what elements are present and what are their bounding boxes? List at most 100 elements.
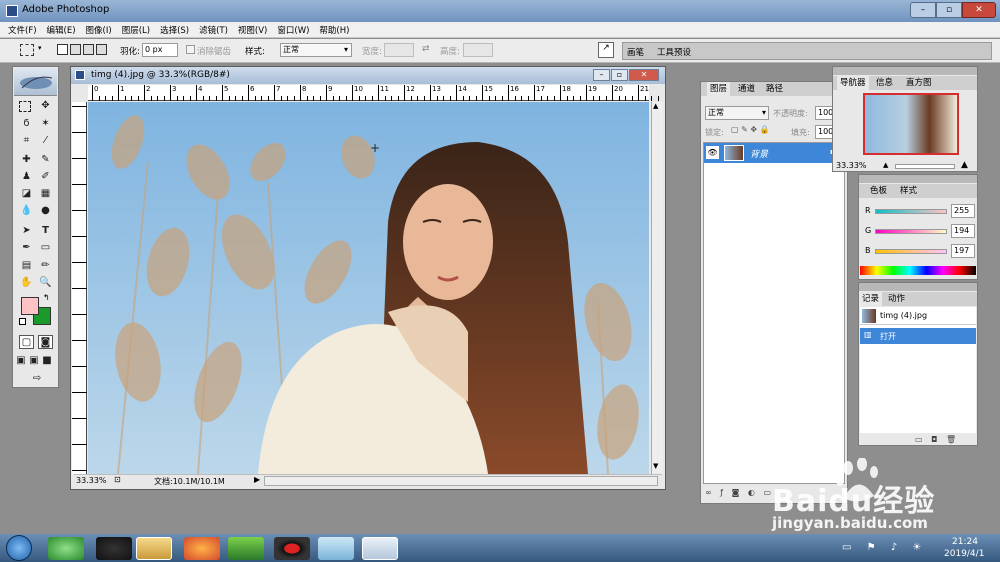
clock-date[interactable]: 2019/4/1 bbox=[944, 549, 984, 559]
quick-mask-mode-icon[interactable]: ◙ bbox=[38, 335, 53, 349]
lasso-tool-icon[interactable]: ϭ bbox=[19, 117, 34, 131]
feather-input[interactable]: 0 px bbox=[142, 43, 178, 57]
standard-mode-icon[interactable]: ▢ bbox=[19, 335, 34, 349]
default-colors-icon[interactable] bbox=[19, 318, 26, 325]
zoom-tool-icon[interactable]: 🔍 bbox=[38, 276, 53, 290]
image-canvas[interactable]: + bbox=[88, 102, 649, 474]
screen-mode-full-icon[interactable]: ■ bbox=[41, 354, 53, 368]
lock-icons[interactable]: ▢ ✎ ✥ 🔒 bbox=[731, 125, 770, 134]
menu-help[interactable]: 帮助(H) bbox=[319, 24, 349, 36]
tab-paths[interactable]: 路径 bbox=[763, 82, 786, 96]
maximize-button[interactable]: ▫ bbox=[936, 2, 962, 18]
menu-layer[interactable]: 图层(L) bbox=[122, 24, 150, 36]
status-arrow-icon[interactable]: ▶ bbox=[254, 475, 260, 484]
tab-history[interactable]: 记录 bbox=[859, 292, 883, 306]
gradient-tool-icon[interactable]: ▦ bbox=[38, 187, 53, 201]
tab-navigator[interactable]: 导航器 bbox=[837, 76, 869, 90]
document-titlebar[interactable]: timg (4).jpg @ 33.3%(RGB/8#) – ▫ ✕ bbox=[71, 67, 665, 84]
screen-mode-full-menu-icon[interactable]: ▣ bbox=[28, 354, 40, 368]
slice-tool-icon[interactable]: ⁄ bbox=[38, 134, 53, 148]
clone-stamp-tool-icon[interactable]: ♟ bbox=[19, 170, 34, 184]
selection-mode-add-icon[interactable] bbox=[70, 44, 81, 55]
antialias-checkbox[interactable] bbox=[186, 45, 195, 54]
shape-tool-icon[interactable]: ▭ bbox=[38, 241, 53, 255]
notes-tool-icon[interactable]: ▤ bbox=[19, 259, 34, 273]
dodge-tool-icon[interactable]: ● bbox=[38, 204, 53, 218]
status-menu-icon[interactable]: ⊡ bbox=[114, 475, 121, 484]
tab-brushes[interactable]: 画笔 bbox=[627, 46, 644, 58]
r-input[interactable]: 255 bbox=[951, 204, 975, 218]
tab-info[interactable]: 信息 bbox=[873, 76, 896, 90]
swap-colors-icon[interactable]: ↰ bbox=[43, 293, 50, 302]
navigator-zoom[interactable]: 33.33% bbox=[836, 161, 867, 170]
r-slider[interactable] bbox=[875, 209, 947, 214]
screen-mode-standard-icon[interactable]: ▣ bbox=[15, 354, 27, 368]
b-slider[interactable] bbox=[875, 249, 947, 254]
tab-actions[interactable]: 动作 bbox=[885, 292, 908, 306]
menu-filter[interactable]: 滤镜(T) bbox=[199, 24, 228, 36]
history-snapshot-row[interactable]: timg (4).jpg bbox=[860, 307, 976, 325]
marquee-tool-icon[interactable] bbox=[19, 101, 31, 112]
layer-style-icon[interactable]: ƒ bbox=[720, 488, 723, 497]
marquee-tool-preset-icon[interactable] bbox=[20, 44, 34, 56]
taskbar-app-window-icon[interactable] bbox=[318, 537, 354, 560]
taskbar-app-video-icon[interactable] bbox=[228, 537, 264, 560]
blend-mode-select[interactable]: 正常 ▾ bbox=[705, 106, 769, 120]
document-maximize-button[interactable]: ▫ bbox=[611, 69, 628, 81]
new-group-icon[interactable]: ▭ bbox=[763, 488, 771, 497]
hand-tool-icon[interactable]: ✋ bbox=[19, 276, 34, 290]
tab-tool-presets[interactable]: 工具预设 bbox=[657, 46, 691, 58]
menu-view[interactable]: 视图(V) bbox=[238, 24, 267, 36]
chevron-down-icon[interactable]: ▾ bbox=[38, 44, 42, 52]
document-minimize-button[interactable]: – bbox=[593, 69, 610, 81]
zoom-level[interactable]: 33.33% bbox=[76, 476, 107, 485]
style-select[interactable]: 正常 ▾ bbox=[280, 43, 352, 57]
eye-icon[interactable]: 👁 bbox=[706, 146, 719, 159]
healing-brush-tool-icon[interactable]: ✚ bbox=[19, 153, 34, 167]
tab-styles[interactable]: 样式 bbox=[897, 184, 920, 198]
taskbar-app-photoshop-icon[interactable] bbox=[362, 537, 398, 560]
close-button[interactable]: ✕ bbox=[962, 2, 996, 18]
tab-layers[interactable]: 图层 bbox=[707, 82, 731, 96]
tray-icons[interactable]: ▭ ⚑ ♪ ☀ bbox=[842, 542, 927, 553]
selection-mode-new-icon[interactable] bbox=[57, 44, 68, 55]
foreground-color-swatch[interactable] bbox=[21, 297, 39, 315]
menu-image[interactable]: 图像(I) bbox=[86, 24, 112, 36]
link-layers-icon[interactable]: ∞ bbox=[705, 488, 712, 497]
navigator-zoom-slider[interactable] bbox=[895, 164, 955, 169]
horizontal-scrollbar[interactable] bbox=[264, 476, 658, 486]
history-step-row[interactable]: ▥ 打开 bbox=[860, 328, 976, 344]
start-button[interactable] bbox=[6, 535, 32, 561]
file-browser-icon[interactable]: ↗ bbox=[598, 42, 614, 58]
zoom-out-icon[interactable]: ▲ bbox=[883, 161, 888, 169]
selection-mode-subtract-icon[interactable] bbox=[83, 44, 94, 55]
brush-tool-icon[interactable]: ✎ bbox=[38, 153, 53, 167]
pen-tool-icon[interactable]: ✒ bbox=[19, 241, 34, 255]
g-input[interactable]: 194 bbox=[951, 224, 975, 238]
width-input[interactable] bbox=[384, 43, 414, 57]
blur-tool-icon[interactable]: 💧 bbox=[19, 204, 34, 218]
taskbar-app-360-icon[interactable] bbox=[48, 537, 84, 560]
type-tool-icon[interactable]: T bbox=[38, 224, 53, 238]
history-brush-tool-icon[interactable]: ✐ bbox=[38, 170, 53, 184]
scroll-up-icon[interactable]: ▲ bbox=[653, 102, 658, 110]
menu-file[interactable]: 文件(F) bbox=[8, 24, 37, 36]
navigator-preview[interactable] bbox=[863, 93, 959, 155]
menu-window[interactable]: 窗口(W) bbox=[277, 24, 309, 36]
eyedropper-tool-icon[interactable]: ✏ bbox=[38, 259, 53, 273]
tab-channels[interactable]: 通道 bbox=[735, 82, 758, 96]
tab-swatches[interactable]: 色板 bbox=[867, 184, 890, 198]
document-close-button[interactable]: ✕ bbox=[629, 69, 659, 81]
move-tool-icon[interactable]: ✥ bbox=[38, 99, 53, 113]
vertical-scrollbar[interactable]: ▲ ▼ bbox=[651, 102, 663, 474]
taskbar-app-qq-icon[interactable] bbox=[96, 537, 132, 560]
adjustment-layer-icon[interactable]: ◐ bbox=[748, 488, 755, 497]
delete-icon[interactable]: 🗑 bbox=[946, 435, 956, 444]
taskbar-app-firefox-icon[interactable] bbox=[184, 537, 220, 560]
eraser-tool-icon[interactable]: ◪ bbox=[19, 187, 34, 201]
height-input[interactable] bbox=[463, 43, 493, 57]
g-slider[interactable] bbox=[875, 229, 947, 234]
color-spectrum-bar[interactable] bbox=[860, 266, 976, 275]
minimize-button[interactable]: – bbox=[910, 2, 936, 18]
layer-mask-icon[interactable]: ◙ bbox=[732, 488, 740, 497]
